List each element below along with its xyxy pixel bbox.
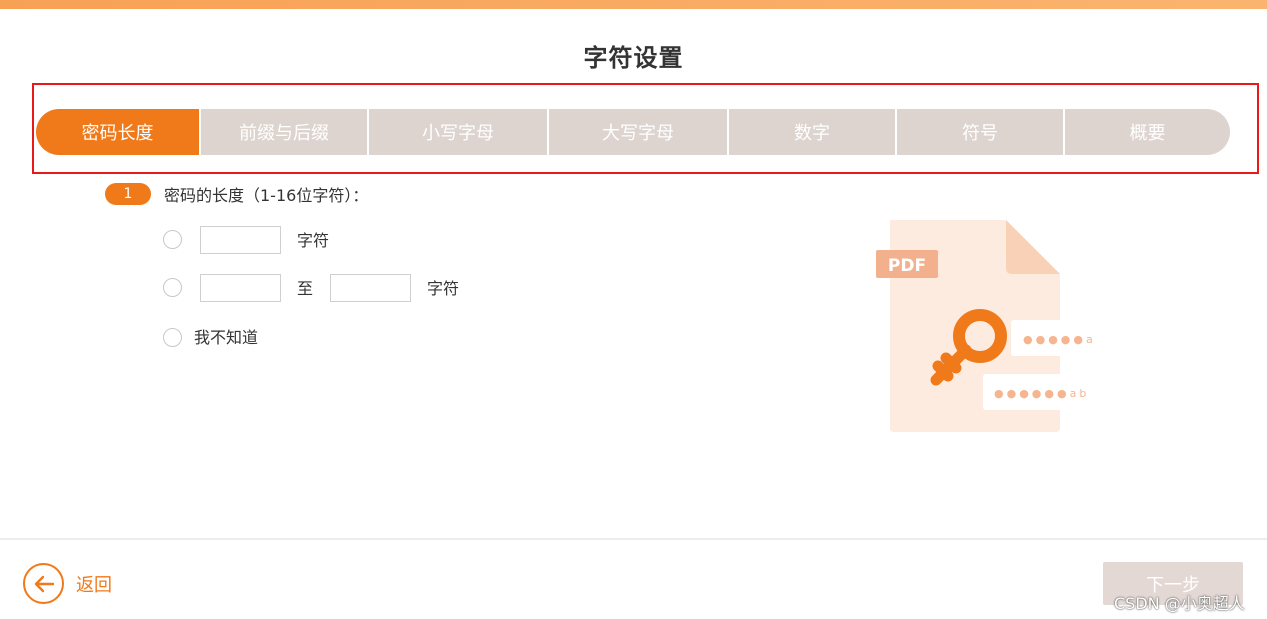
- radio-exact-length[interactable]: [163, 230, 182, 249]
- top-accent-bar: [0, 0, 1267, 9]
- exact-length-input[interactable]: [200, 226, 281, 254]
- tab-symbols[interactable]: 符号: [897, 109, 1063, 155]
- password-mask-2: ●●●●●●ab: [994, 387, 1089, 400]
- radio-unknown-length[interactable]: [163, 328, 182, 347]
- document-fold-icon: [1006, 220, 1060, 274]
- footer-divider: [0, 538, 1267, 540]
- pdf-badge-text: PDF: [888, 256, 926, 276]
- step-header: 1 密码的长度（1-16位字符）：: [105, 181, 368, 207]
- tab-password-length[interactable]: 密码长度: [36, 109, 199, 155]
- back-button[interactable]: 返回: [23, 563, 112, 604]
- exact-length-unit: 字符: [297, 231, 330, 250]
- tab-lowercase[interactable]: 小写字母: [369, 109, 547, 155]
- range-to-label: 至: [297, 279, 314, 298]
- step-tabs: 密码长度 前缀与后缀 小写字母 大写字母 数字 符号 概要: [36, 109, 1230, 155]
- watermark: CSDN @小奥超人: [1114, 594, 1245, 613]
- step-number-badge: 1: [105, 183, 151, 205]
- tab-digits[interactable]: 数字: [729, 109, 895, 155]
- step-label: 密码的长度（1-16位字符）：: [164, 186, 369, 205]
- pdf-key-illustration: PDF ●●●●●a ●●●●●●ab: [876, 220, 1106, 432]
- tab-uppercase[interactable]: 大写字母: [549, 109, 727, 155]
- tab-prefix-suffix[interactable]: 前缀与后缀: [201, 109, 367, 155]
- tab-summary[interactable]: 概要: [1065, 109, 1230, 155]
- unknown-length-label: 我不知道: [194, 328, 259, 347]
- back-arrow-icon: [23, 563, 64, 604]
- range-min-input[interactable]: [200, 274, 281, 302]
- range-max-input[interactable]: [330, 274, 411, 302]
- range-unit: 字符: [427, 279, 460, 298]
- radio-length-range[interactable]: [163, 278, 182, 297]
- back-label: 返回: [76, 574, 112, 596]
- password-mask-1: ●●●●●a: [1023, 333, 1096, 346]
- page-title: 字符设置: [583, 44, 684, 72]
